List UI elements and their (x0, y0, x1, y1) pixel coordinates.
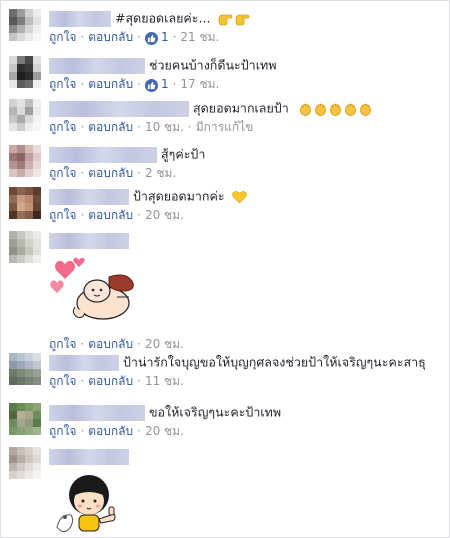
commenter-name[interactable] (49, 404, 145, 421)
clap-icon (344, 103, 356, 116)
timestamp[interactable]: 11 ชม. (145, 374, 184, 388)
clap-icon (314, 103, 326, 116)
comment-body: ขอให้เจริญๆนะคะป้าเทพ (49, 403, 281, 421)
like-link[interactable]: ถูกใจ (49, 374, 76, 388)
yellow-heart-icon (231, 190, 247, 203)
edited-label[interactable]: มีการแก้ไข (196, 120, 254, 134)
comment-body: สุดยอดมากเลยป้า (49, 99, 372, 117)
comment-body: ช่วยคนบ้างก็ดีนะป้าเทพ (49, 56, 276, 74)
clap-emoji-group (297, 100, 372, 116)
comment-item (9, 447, 439, 537)
reaction-count[interactable]: 1 (161, 30, 169, 44)
comment-text: ช่วยคนบ้างก็ดีนะป้าเทพ (149, 57, 277, 73)
reply-link[interactable]: ตอบกลับ (88, 424, 133, 438)
timestamp[interactable]: 2 ชม. (145, 166, 176, 180)
avatar[interactable] (9, 231, 41, 263)
commenter-name[interactable] (49, 448, 129, 465)
comment-text: ป้าน่ารักใจบุญขอให้บุญกุศลจงช่วยป้าให้เจ… (123, 354, 426, 370)
comment-body (49, 231, 133, 249)
timestamp[interactable]: 20 ชม. (145, 208, 184, 222)
girl-thumbs-up-sticker[interactable] (49, 469, 145, 537)
comment-body (49, 447, 133, 465)
timestamp[interactable]: 17 ชม. (180, 77, 219, 91)
comment-item: ป้าน่ารักใจบุญขอให้บุญกุศลจงช่วยป้าให้เจ… (9, 353, 439, 389)
comment-thread: #สุดยอดเลยค่ะ... ถูกใจ · ตอบกลับ · 1 · 21 ชม. … (0, 0, 450, 538)
commenter-name[interactable] (49, 10, 111, 27)
thumb-pointing-icon (219, 14, 233, 25)
commenter-name[interactable] (49, 188, 129, 205)
commenter-name[interactable] (49, 146, 157, 163)
reply-link[interactable]: ตอบกลับ (88, 166, 133, 180)
comment-body: ป้าน่ารักใจบุญขอให้บุญกุศลจงช่วยป้าให้เจ… (49, 353, 426, 371)
comment-item: #สุดยอดเลยค่ะ... ถูกใจ · ตอบกลับ · 1 · 21 ชม. (9, 9, 439, 45)
timestamp[interactable]: 21 ชม. (180, 30, 219, 44)
commenter-name[interactable] (49, 232, 129, 249)
timestamp[interactable]: 20 ชม. (145, 424, 184, 438)
comment-text: ป้าสุดยอดมากค่ะ (133, 188, 225, 204)
like-reaction-icon[interactable] (144, 79, 158, 92)
comment-text: #สุดยอดเลยค่ะ (115, 10, 199, 26)
avatar[interactable] (9, 99, 41, 131)
like-link[interactable]: ถูกใจ (49, 120, 76, 134)
avatar[interactable] (9, 403, 41, 435)
comment-actions: ถูกใจ · ตอบกลับ · 1 · 17 ชม. (49, 77, 220, 92)
like-link[interactable]: ถูกใจ (49, 166, 76, 180)
reply-link[interactable]: ตอบกลับ (88, 77, 133, 91)
timestamp[interactable]: 20 ชม. (145, 337, 184, 351)
avatar[interactable] (9, 187, 41, 219)
timestamp[interactable]: 10 ชม. (145, 120, 184, 134)
comment-actions: ถูกใจ · ตอบกลับ · 10 ชม. · มีการแก้ไข (49, 120, 254, 134)
clap-icon (329, 103, 341, 116)
comment-item: ป้าสุดยอดมากค่ะ ถูกใจ · ตอบกลับ · 20 ชม. (9, 187, 439, 223)
comment-actions: ถูกใจ · ตอบกลับ · 1 · 21 ชม. (49, 30, 220, 45)
comment-item: สู้ๆค่ะป้า ถูกใจ · ตอบกลับ · 2 ชม. (9, 145, 439, 180)
like-link[interactable]: ถูกใจ (49, 424, 76, 438)
comment-text: สู้ๆค่ะป้า (161, 146, 206, 162)
see-more-ellipsis: ... (198, 10, 211, 26)
clap-icon (299, 103, 311, 116)
avatar[interactable] (9, 9, 41, 41)
comment-text: ขอให้เจริญๆนะคะป้าเทพ (149, 404, 282, 420)
avatar[interactable] (9, 353, 41, 385)
comment-actions: ถูกใจ · ตอบกลับ · 20 ชม. (49, 208, 184, 222)
like-link[interactable]: ถูกใจ (49, 208, 76, 222)
reply-link[interactable]: ตอบกลับ (88, 337, 133, 351)
comment-body: #สุดยอดเลยค่ะ... (49, 9, 250, 27)
reply-link[interactable]: ตอบกลับ (88, 374, 133, 388)
like-link[interactable]: ถูกใจ (49, 30, 76, 44)
comment-item: ขอให้เจริญๆนะคะป้าเทพ ถูกใจ · ตอบกลับ · 20 ช… (9, 403, 439, 439)
reply-link[interactable]: ตอบกลับ (88, 120, 133, 134)
comment-text: สุดยอดมากเลยป้า (193, 100, 289, 116)
clap-icon (359, 103, 371, 116)
thumb-pointing-icon (236, 14, 250, 25)
avatar[interactable] (9, 447, 41, 479)
hearts-sticker[interactable] (49, 257, 145, 327)
comment-actions: ถูกใจ · ตอบกลับ · 20 ชม. (49, 337, 184, 351)
commenter-name[interactable] (49, 57, 145, 74)
reply-link[interactable]: ตอบกลับ (88, 208, 133, 222)
reply-link[interactable]: ตอบกลับ (88, 30, 133, 44)
commenter-name[interactable] (49, 354, 119, 371)
comment-body: สู้ๆค่ะป้า (49, 145, 205, 163)
comment-item: สุดยอดมากเลยป้า ถูกใจ · ตอบกลับ · 10 ชม. · มีก… (9, 99, 439, 135)
avatar[interactable] (9, 56, 41, 88)
reaction-count[interactable]: 1 (161, 77, 169, 91)
comment-actions: ถูกใจ · ตอบกลับ · 11 ชม. (49, 374, 184, 388)
comment-item: ช่วยคนบ้างก็ดีนะป้าเทพ ถูกใจ · ตอบกลับ · 1 · 1… (9, 56, 439, 92)
comment-item (9, 231, 439, 347)
comment-body: ป้าสุดยอดมากค่ะ (49, 187, 247, 205)
avatar[interactable] (9, 145, 41, 177)
comment-actions: ถูกใจ · ตอบกลับ · 2 ชม. (49, 166, 177, 180)
comment-actions: ถูกใจ · ตอบกลับ · 20 ชม. (49, 424, 184, 438)
like-reaction-icon[interactable] (144, 32, 158, 45)
like-link[interactable]: ถูกใจ (49, 77, 76, 91)
like-link[interactable]: ถูกใจ (49, 337, 76, 351)
commenter-name[interactable] (49, 100, 189, 117)
